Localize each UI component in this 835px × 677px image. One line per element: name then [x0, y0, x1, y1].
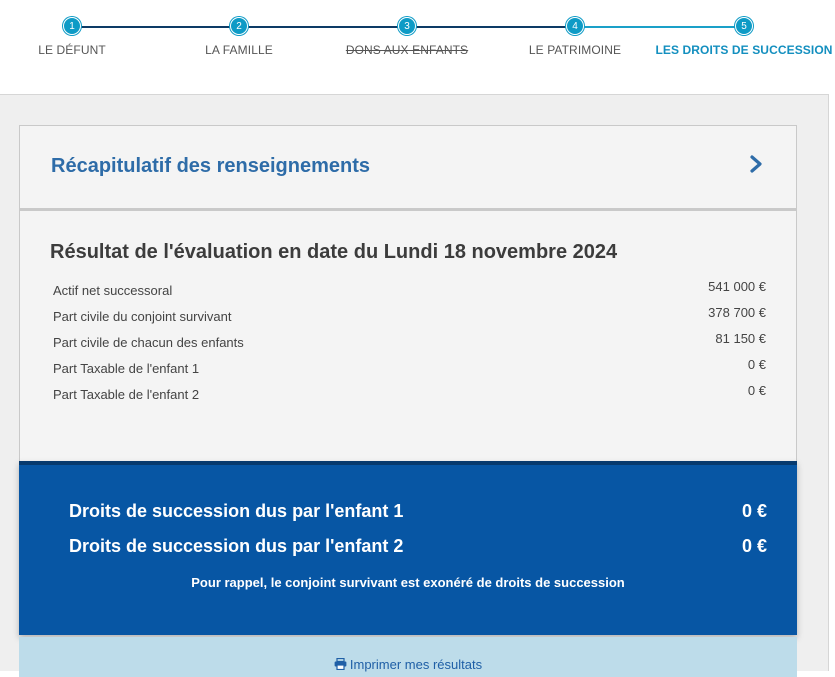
result-title: Résultat de l'évaluation en date du Lund… — [50, 241, 618, 263]
due-amount: 0 € — [741, 501, 767, 521]
result-row-label: Actif net successoral — [53, 283, 173, 298]
step-label: LE DÉFUNT — [38, 43, 106, 57]
result-row: Part civile du conjoint survivant 378 70… — [53, 305, 766, 325]
result-row-label: Part civile de chacun des enfants — [53, 335, 244, 350]
result-panel: Résultat de l'évaluation en date du Lund… — [19, 209, 797, 463]
step-number: 3 — [398, 17, 416, 35]
chevron-right-icon — [750, 155, 762, 173]
step-label: LA FAMILLE — [205, 43, 273, 57]
result-row-label: Part Taxable de l'enfant 2 — [53, 387, 200, 402]
step-dons-aux-enfants[interactable]: 3 DONS AUX ENFANTS — [317, 17, 497, 57]
step-le-defunt[interactable]: 1 LE DÉFUNT — [0, 17, 162, 57]
due-label: Droits de succession dus par l'enfant 1 — [69, 501, 404, 521]
step-label: DONS AUX ENFANTS — [345, 43, 469, 57]
result-row: Part Taxable de l'enfant 2 0 € — [53, 383, 766, 403]
result-row-value: 378 700 € — [708, 305, 766, 320]
result-row: Part Taxable de l'enfant 1 0 € — [53, 357, 766, 377]
printer-icon — [334, 657, 347, 671]
step-number: 4 — [566, 17, 584, 35]
print-bar: Imprimer mes résultats — [19, 637, 797, 677]
progress-stepper: 1 LE DÉFUNT 2 LA FAMILLE 3 DONS AUX ENFA… — [0, 0, 835, 94]
succession-dues-panel: Droits de succession dus par l'enfant 1 … — [19, 461, 797, 635]
result-row-value: 541 000 € — [708, 279, 766, 294]
result-row-value: 0 € — [747, 357, 766, 372]
spouse-exemption-note: Pour rappel, le conjoint survivant est e… — [191, 575, 625, 590]
result-row-value: 81 150 € — [715, 331, 766, 346]
step-label: LES DROITS DE SUCCESSION — [655, 43, 833, 57]
step-label: LE PATRIMOINE — [528, 43, 622, 57]
result-row-label: Part civile du conjoint survivant — [53, 309, 232, 324]
main-content: Récapitulatif des renseignements Résulta… — [0, 94, 829, 677]
step-la-famille[interactable]: 2 LA FAMILLE — [149, 17, 329, 57]
due-amount: 0 € — [741, 536, 767, 556]
print-results-link[interactable]: Imprimer mes résultats — [334, 657, 482, 672]
result-row: Part civile de chacun des enfants 81 150… — [53, 331, 766, 351]
recap-accordion[interactable]: Récapitulatif des renseignements — [19, 125, 797, 209]
print-results-label: Imprimer mes résultats — [349, 657, 483, 672]
step-le-patrimoine[interactable]: 4 LE PATRIMOINE — [485, 17, 665, 57]
result-row: Actif net successoral 541 000 € — [53, 279, 766, 299]
recap-title: Récapitulatif des renseignements — [51, 155, 370, 177]
step-number: 2 — [230, 17, 248, 35]
result-row-label: Part Taxable de l'enfant 1 — [53, 361, 200, 376]
step-number: 1 — [63, 17, 81, 35]
due-row: Droits de succession dus par l'enfant 1 … — [69, 501, 767, 522]
due-row: Droits de succession dus par l'enfant 2 … — [69, 536, 767, 557]
due-label: Droits de succession dus par l'enfant 2 — [69, 536, 404, 556]
result-row-value: 0 € — [747, 383, 766, 398]
step-number: 5 — [735, 17, 753, 35]
step-les-droits-de-succession[interactable]: 5 LES DROITS DE SUCCESSION — [654, 17, 834, 57]
